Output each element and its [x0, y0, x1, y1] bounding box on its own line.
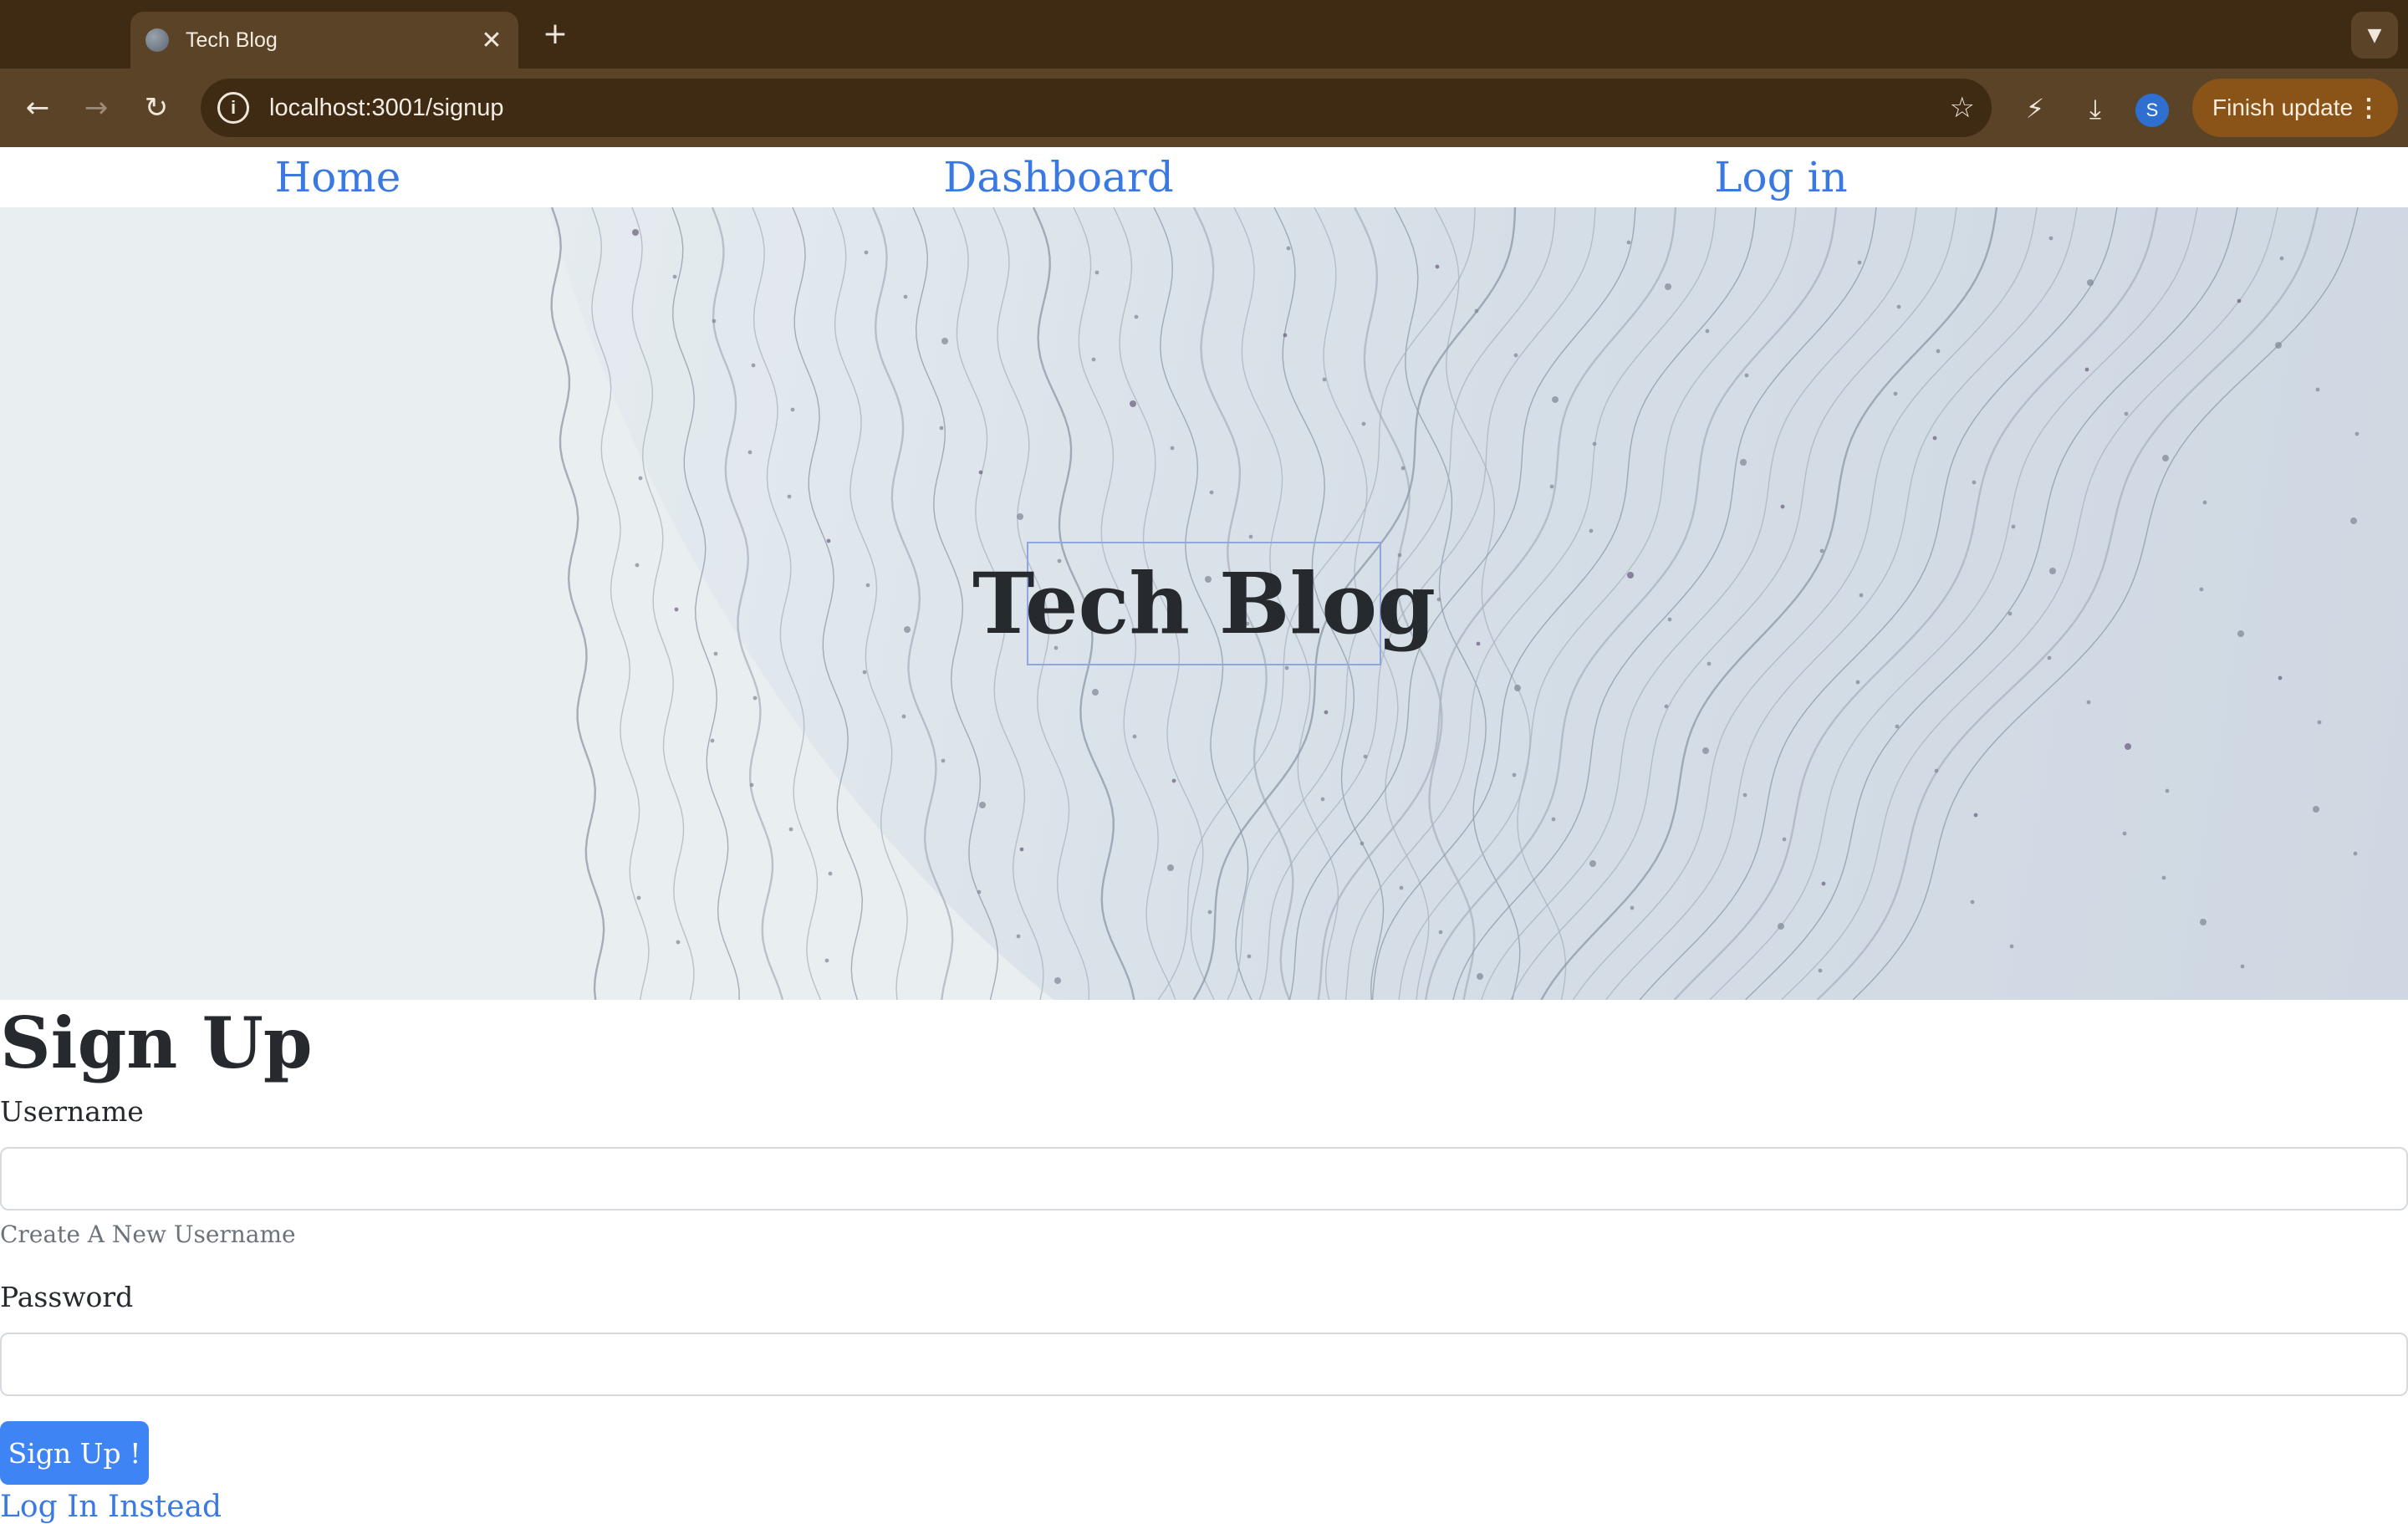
profile-avatar[interactable]: S — [2135, 94, 2169, 127]
browser-toolbar: ← → ↻ i localhost:3001/signup ☆ ⚡ ⤓ S Fi… — [0, 69, 2408, 147]
finish-update-button[interactable]: Finish update ⋮ — [2192, 79, 2398, 137]
hero-banner: Tech Blog — [0, 207, 2408, 1000]
site-info-icon[interactable]: i — [217, 92, 249, 124]
tab-title: Tech Blog — [186, 28, 278, 52]
browser-tab[interactable]: Tech Blog ✕ — [130, 12, 518, 69]
password-label: Password — [0, 1281, 134, 1313]
tab-close-icon[interactable]: ✕ — [480, 26, 503, 55]
menu-dots-icon[interactable]: ⋮ — [2356, 94, 2381, 123]
nav-link-home[interactable]: Home — [275, 147, 401, 207]
tab-search-chevron-icon[interactable]: ▼ — [2351, 12, 2398, 59]
browser-tabstrip: Tech Blog ✕ + ▼ — [0, 0, 2408, 69]
login-instead-link[interactable]: Log In Instead — [0, 1490, 222, 1524]
finish-update-label: Finish update — [2212, 94, 2354, 120]
nav-link-login[interactable]: Log in — [1714, 147, 1847, 207]
performance-icon[interactable]: ⚡ — [2015, 89, 2055, 129]
nav-link-dashboard[interactable]: Dashboard — [943, 147, 1174, 207]
signup-submit-button[interactable]: Sign Up ! — [0, 1421, 149, 1485]
forward-arrow-icon[interactable]: → — [75, 87, 117, 129]
reload-icon[interactable]: ↻ — [135, 87, 177, 129]
site-nav: Home Dashboard Log in — [0, 147, 2408, 207]
back-arrow-icon[interactable]: ← — [17, 87, 59, 129]
hero-title: Tech Blog — [972, 542, 1436, 665]
username-input[interactable] — [0, 1147, 2408, 1211]
download-icon[interactable]: ⤓ — [2075, 89, 2115, 129]
signup-heading: Sign Up — [0, 1002, 313, 1084]
new-tab-icon[interactable]: + — [538, 15, 572, 52]
globe-icon — [145, 28, 169, 52]
bookmark-star-icon[interactable]: ☆ — [1950, 91, 1975, 125]
username-label: Username — [0, 1095, 144, 1128]
username-help-text: Create A New Username — [0, 1221, 296, 1248]
url-text[interactable]: localhost:3001/signup — [269, 94, 1950, 122]
password-input[interactable] — [0, 1333, 2408, 1396]
address-bar[interactable]: i localhost:3001/signup ☆ — [201, 79, 1992, 137]
